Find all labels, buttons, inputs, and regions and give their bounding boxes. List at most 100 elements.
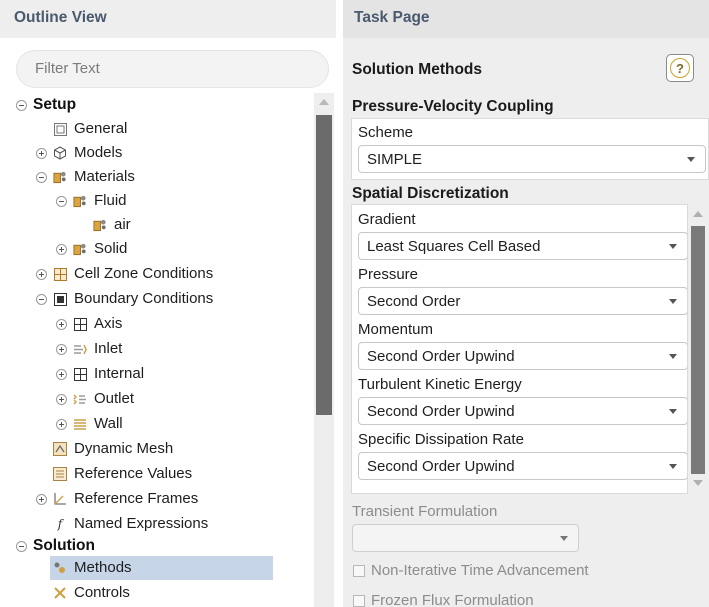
tree-item-label: Axis	[94, 315, 123, 332]
tree-item-label: Inlet	[94, 340, 123, 357]
spatial-discretization-title: Spatial Discretization	[352, 185, 509, 202]
checkbox-box[interactable]	[353, 564, 365, 577]
outline-scrollbar[interactable]	[314, 93, 334, 607]
scrollbar-thumb[interactable]	[316, 115, 332, 415]
expand-icon[interactable]	[36, 147, 47, 159]
specific-dissipation-rate-value: Second Order Upwind	[367, 458, 515, 475]
tree-item-setup[interactable]: Setup	[16, 93, 76, 117]
tree-item-axis[interactable]: Axis	[56, 312, 122, 336]
models-icon	[53, 146, 67, 160]
tree-item-air[interactable]: air	[93, 213, 131, 237]
expand-icon[interactable]	[56, 393, 67, 405]
pressure-dropdown[interactable]: Second Order	[358, 287, 687, 315]
collapse-icon[interactable]	[36, 293, 47, 305]
filter-box[interactable]	[16, 50, 329, 88]
expand-icon[interactable]	[56, 318, 67, 330]
scroll-up-icon[interactable]	[319, 99, 329, 105]
outline-view-panel: Outline View Setup General Models	[0, 0, 336, 607]
specific-dissipation-rate-label: Specific Dissipation Rate	[358, 431, 524, 448]
collapse-icon[interactable]	[16, 99, 27, 111]
expand-icon[interactable]	[56, 418, 67, 430]
tree-item-inlet[interactable]: Inlet	[56, 337, 122, 361]
tree-item-dynamic-mesh[interactable]: Dynamic Mesh	[53, 437, 173, 461]
collapse-icon[interactable]	[56, 195, 67, 207]
materials-icon	[53, 170, 67, 184]
tree-item-outlet[interactable]: Outlet	[56, 387, 134, 411]
tree-item-label: Named Expressions	[74, 515, 209, 532]
general-icon	[53, 122, 67, 136]
collapse-icon[interactable]	[36, 171, 47, 183]
tree-item-label: Outlet	[94, 390, 135, 407]
tree-item-cell-zone-conditions[interactable]: Cell Zone Conditions	[36, 262, 213, 286]
tree-item-fluid[interactable]: Fluid	[56, 189, 127, 213]
tree-item-general[interactable]: General	[53, 117, 127, 141]
zone-icon	[73, 367, 87, 381]
tree-item-solution[interactable]: Solution	[16, 534, 95, 558]
scroll-down-icon[interactable]	[693, 480, 703, 486]
tree-item-label: Fluid	[94, 192, 127, 209]
momentum-label: Momentum	[358, 321, 434, 338]
tree-item-label: Solution	[33, 537, 95, 554]
transient-formulation-label: Transient Formulation	[352, 503, 498, 520]
gradient-dropdown[interactable]: Least Squares Cell Based	[358, 232, 687, 260]
tree-item-models[interactable]: Models	[36, 141, 122, 165]
pressure-velocity-coupling-title: Pressure-Velocity Coupling	[352, 98, 554, 115]
non-iterative-time-advancement-label: Non-Iterative Time Advancement	[371, 562, 589, 579]
expand-icon[interactable]	[56, 243, 67, 255]
task-page-panel: Task Page Solution Methods ? Pressure-Ve…	[343, 0, 709, 607]
gradient-value: Least Squares Cell Based	[367, 238, 541, 255]
checkbox-box[interactable]	[353, 594, 365, 607]
expand-icon[interactable]	[56, 368, 67, 380]
scheme-dropdown[interactable]: SIMPLE	[358, 145, 706, 173]
tree-item-label: General	[74, 120, 128, 137]
scrollbar-thumb[interactable]	[691, 226, 705, 474]
momentum-dropdown[interactable]: Second Order Upwind	[358, 342, 687, 370]
tree-item-boundary-conditions[interactable]: Boundary Conditions	[36, 287, 213, 311]
tree-item-methods[interactable]: Methods	[50, 556, 273, 580]
tree-item-label: Dynamic Mesh	[74, 440, 174, 457]
tree-item-reference-values[interactable]: Reference Values	[53, 462, 192, 486]
turbulent-kinetic-energy-dropdown[interactable]: Second Order Upwind	[358, 397, 687, 425]
tree-item-internal[interactable]: Internal	[56, 362, 144, 386]
tree-item-solid[interactable]: Solid	[56, 237, 127, 261]
pressure-value: Second Order	[367, 293, 461, 310]
inlet-icon	[73, 342, 87, 356]
gradient-label: Gradient	[358, 211, 416, 228]
scheme-value: SIMPLE	[367, 151, 423, 168]
tree-item-label: Cell Zone Conditions	[74, 265, 214, 282]
specific-dissipation-rate-dropdown[interactable]: Second Order Upwind	[358, 452, 687, 480]
spatial-discretization-scrollbar[interactable]	[688, 204, 708, 494]
help-button[interactable]: ?	[666, 54, 694, 82]
tree-item-label: Solid	[94, 240, 128, 257]
expression-icon: f	[57, 517, 63, 531]
tree-item-wall[interactable]: Wall	[56, 412, 123, 436]
expand-icon[interactable]	[36, 493, 47, 505]
transient-formulation-dropdown[interactable]	[352, 524, 579, 552]
task-page-title: Task Page	[354, 9, 430, 26]
tree-item-label: Materials	[74, 168, 135, 185]
solution-methods-title: Solution Methods	[352, 61, 483, 78]
frozen-flux-formulation-checkbox[interactable]: Frozen Flux Formulation	[353, 592, 534, 607]
tree-item-reference-frames[interactable]: Reference Frames	[36, 487, 198, 511]
expand-icon[interactable]	[56, 343, 67, 355]
turbulent-kinetic-energy-label: Turbulent Kinetic Energy	[358, 376, 522, 393]
filter-text-input[interactable]	[35, 60, 305, 77]
methods-icon	[53, 561, 67, 575]
scheme-label: Scheme	[358, 124, 414, 141]
tree-item-materials[interactable]: Materials	[36, 165, 135, 189]
tree-item-label: Reference Frames	[74, 490, 199, 507]
task-page-body: Solution Methods ? Pressure-Velocity Cou…	[343, 38, 709, 607]
collapse-icon[interactable]	[16, 540, 27, 552]
expand-icon[interactable]	[36, 268, 47, 280]
wall-icon	[73, 417, 87, 431]
tree-item-label: Methods	[74, 559, 132, 576]
chevron-down-icon	[669, 244, 677, 249]
non-iterative-time-advancement-checkbox[interactable]: Non-Iterative Time Advancement	[353, 562, 589, 579]
tree-item-named-expressions[interactable]: f Named Expressions	[53, 512, 208, 536]
tree-item-label: Internal	[94, 365, 145, 382]
outline-view-header: Outline View	[0, 0, 336, 38]
tree-item-controls[interactable]: Controls	[53, 581, 130, 605]
scroll-up-icon[interactable]	[693, 211, 703, 217]
tree-item-label: Models	[74, 144, 123, 161]
chevron-down-icon	[560, 536, 568, 541]
